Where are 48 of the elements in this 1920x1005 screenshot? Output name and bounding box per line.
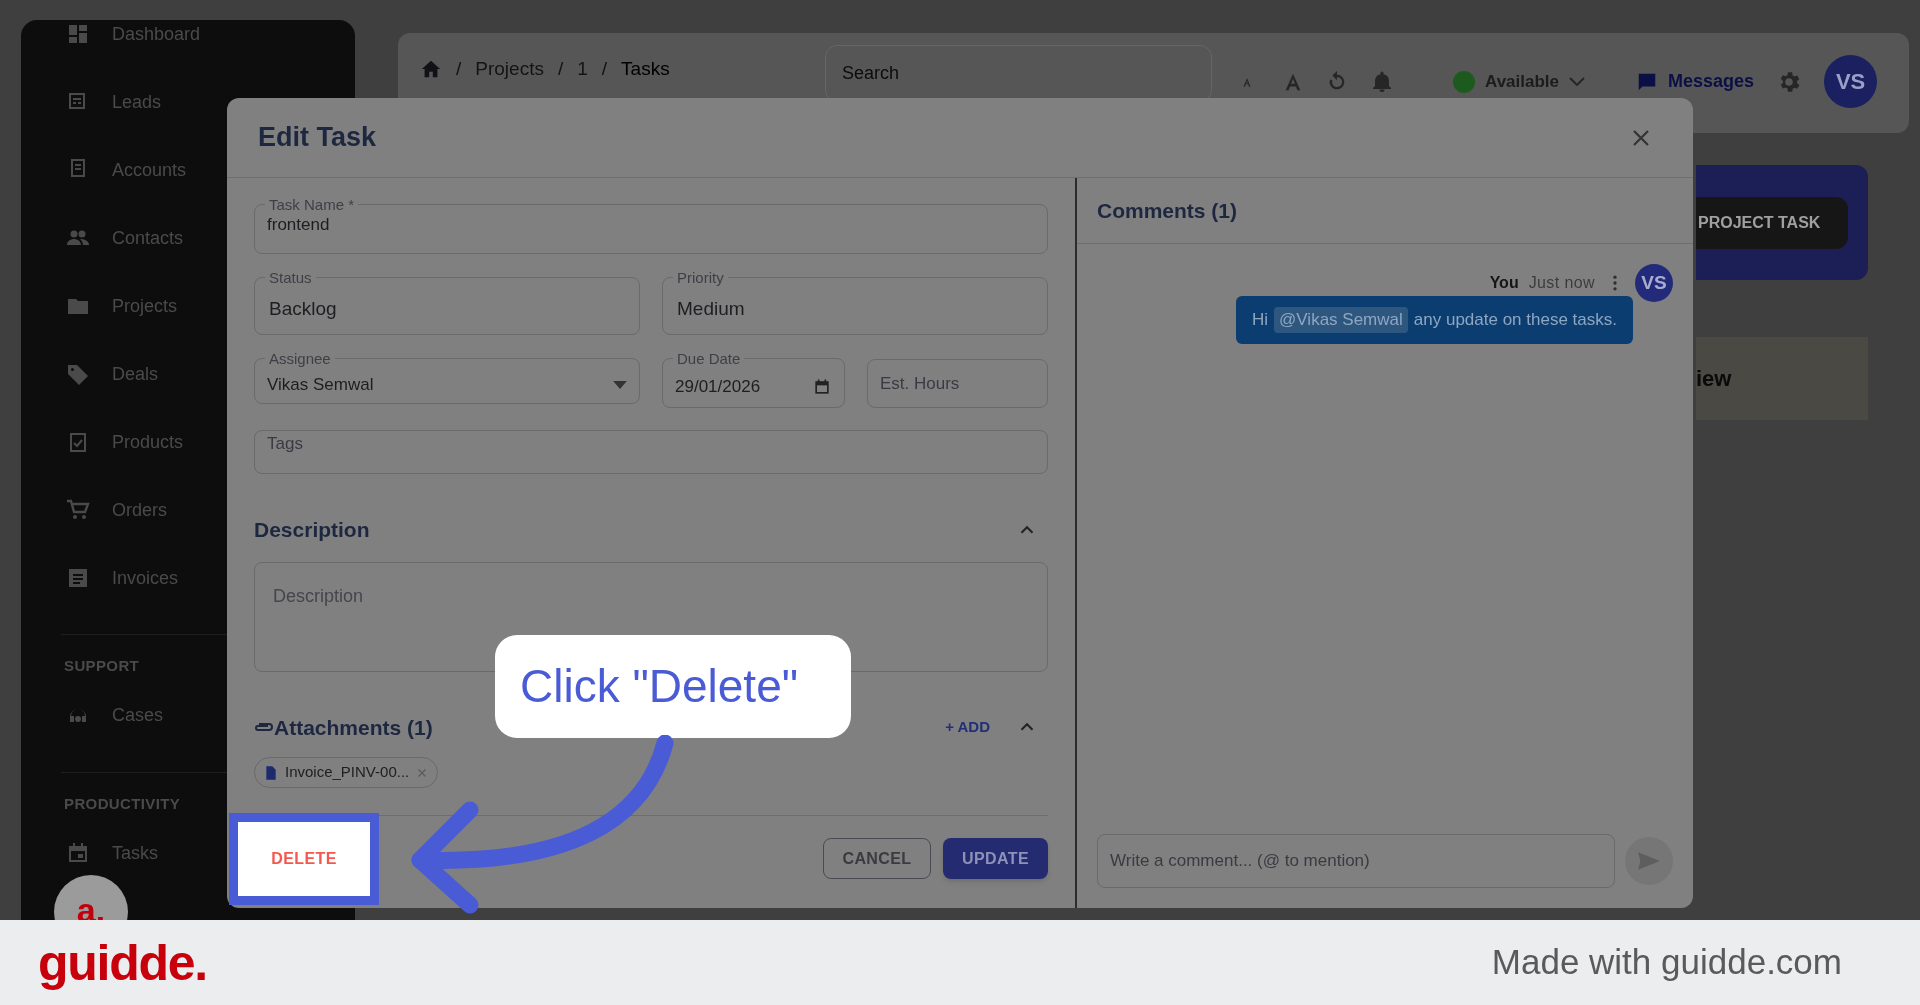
sidebar-item[interactable]: Dashboard xyxy=(21,20,355,68)
bell-icon[interactable] xyxy=(1370,69,1394,94)
cart-icon xyxy=(66,498,90,522)
file-icon xyxy=(263,764,279,781)
section-heading: Description xyxy=(254,517,370,543)
breadcrumb-separator: / xyxy=(601,57,608,81)
input-field[interactable]: Est. Hours xyxy=(867,359,1048,408)
credit-text: Made with guidde.com xyxy=(1491,941,1842,984)
breadcrumb-separator: / xyxy=(557,57,564,81)
messages-link[interactable]: Messages xyxy=(1636,68,1755,95)
input-field[interactable]: Priority Medium xyxy=(662,270,1048,335)
callout: Click "Delete" xyxy=(495,635,851,738)
section-heading: SUPPORT xyxy=(63,656,141,676)
input-field[interactable]: Task Name * frontend xyxy=(254,197,1048,254)
project-task-button[interactable]: PROJECT TASK xyxy=(1696,196,1848,249)
breadcrumb-separator: / xyxy=(456,57,462,81)
dashboard-icon xyxy=(66,22,90,46)
tag-icon xyxy=(66,362,90,386)
send-button[interactable] xyxy=(1625,837,1673,885)
comment-text: Hi xyxy=(1252,309,1269,332)
select-field[interactable]: Assignee Vikas Semwal xyxy=(254,351,640,404)
update-button[interactable]: UPDATE xyxy=(943,838,1048,879)
card-title: iew xyxy=(1696,365,1732,393)
input-field[interactable]: Tags xyxy=(254,430,1048,474)
mention-tag[interactable]: @Vikas Semwal xyxy=(1274,307,1408,333)
dropdown-arrow-icon xyxy=(613,380,627,389)
section-heading: Attachments (1) xyxy=(274,714,433,741)
breadcrumb-current: Tasks xyxy=(621,57,670,81)
comment-avatar: VS xyxy=(1635,264,1673,302)
cancel-button[interactable]: CANCEL xyxy=(823,838,931,879)
add-link[interactable]: + ADD xyxy=(945,716,990,739)
input-field[interactable]: Status Backlog xyxy=(254,270,640,335)
comment-field[interactable]: Write a comment... (@ to mention) xyxy=(1097,834,1615,888)
user-avatar[interactable]: VS xyxy=(1824,55,1878,108)
comments-heading: Comments (1) xyxy=(1097,197,1238,224)
calendar-icon xyxy=(66,841,90,865)
comment-text: any update on these tasks. xyxy=(1413,309,1617,332)
date-field[interactable]: Due Date 29/01/2026 xyxy=(662,351,845,408)
breadcrumb-link[interactable]: 1 xyxy=(577,55,588,84)
delete-button[interactable]: DELETE xyxy=(229,813,379,905)
comment-time: Just now xyxy=(1528,273,1595,293)
section-heading: PRODUCTIVITY xyxy=(63,793,182,814)
list-icon xyxy=(66,566,90,590)
breadcrumb-link[interactable]: Projects xyxy=(475,55,544,84)
comment-author: You xyxy=(1489,273,1519,293)
paperclip-icon xyxy=(254,722,274,733)
chevron-down-icon xyxy=(1569,77,1586,86)
dialog-title: Edit Task xyxy=(258,121,377,155)
